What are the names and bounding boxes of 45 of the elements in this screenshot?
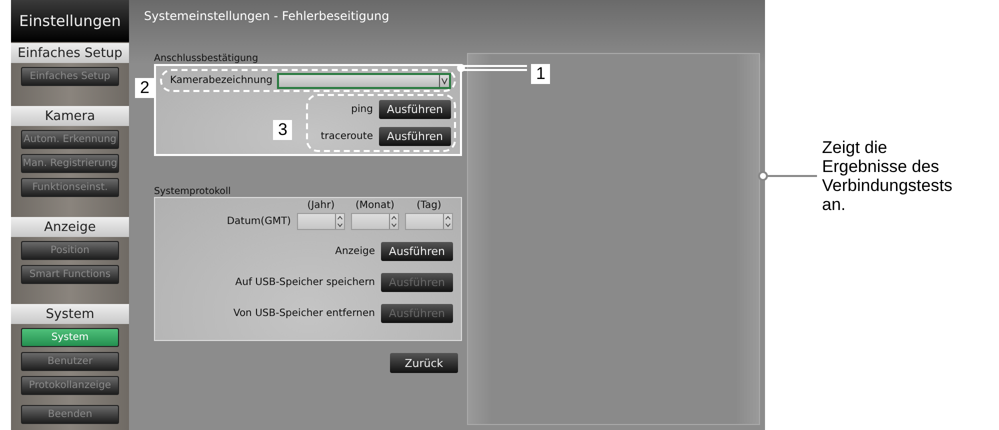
group-heading: Anzeige: [11, 217, 129, 237]
test-label: ping: [351, 104, 373, 116]
camera-name-dropdown[interactable]: [276, 72, 451, 89]
date-part-label: (Jahr): [306, 200, 336, 211]
sidebar-button[interactable]: Autom. Erkennung: [21, 130, 119, 149]
date-part-label: (Tag): [416, 200, 442, 211]
run-button[interactable]: Ausführen: [380, 242, 453, 260]
date-spinner[interactable]: [296, 212, 345, 230]
sidebar-button[interactable]: Einfaches Setup: [21, 67, 119, 86]
date-spinner[interactable]: [404, 212, 453, 230]
callout-text: Zeigt die Ergebnisse des Verbindungstests an.: [822, 138, 954, 216]
exit-button[interactable]: Beenden: [21, 405, 119, 424]
date-spinner[interactable]: [350, 212, 399, 230]
group-heading: System: [11, 304, 129, 324]
up-down-arrows-icon: [442, 214, 452, 228]
test-label: traceroute: [320, 131, 373, 142]
sidebar-button[interactable]: Protokollanzeige: [21, 376, 119, 395]
callout-number: 2: [135, 78, 154, 98]
field-label: Kamerabezeichnung: [170, 75, 273, 86]
run-button[interactable]: Ausführen: [378, 100, 451, 120]
action-label: Von USB-Speicher entfernen: [233, 308, 375, 318]
page-title: Systemeinstellungen - Fehlerbeseitigung: [144, 9, 390, 25]
sidebar-button[interactable]: Man. Registrierung: [21, 154, 119, 173]
sidebar-button[interactable]: Benutzer: [21, 352, 119, 371]
sidebar-button[interactable]: System: [21, 328, 119, 347]
action-label: Anzeige: [335, 246, 375, 256]
sidebar-button[interactable]: Funktionseinst.: [21, 178, 119, 197]
date-part-label: (Monat): [354, 200, 396, 211]
up-down-arrows-icon: [388, 214, 398, 228]
group-heading: Einfaches Setup: [11, 43, 129, 63]
section-heading: Systemprotokoll: [154, 186, 232, 197]
chevron-down-icon: [438, 74, 449, 87]
sidebar-button[interactable]: Smart Functions: [21, 265, 119, 284]
back-button[interactable]: Zurück: [390, 353, 458, 373]
callout-number: 3: [273, 120, 292, 140]
sidebar-button[interactable]: Position: [21, 241, 119, 260]
action-label: Auf USB-Speicher speichern: [235, 276, 375, 288]
run-button[interactable]: Ausführen: [378, 127, 451, 146]
field-label: Datum(GMT): [226, 216, 291, 226]
up-down-arrows-icon: [334, 214, 344, 228]
leader-line: [757, 170, 817, 182]
callout-number: 1: [531, 64, 550, 84]
group-heading: Kamera: [11, 106, 129, 126]
section-heading: Anschlussbestätigung: [154, 53, 260, 64]
sidebar-title: Einstellungen: [11, 0, 129, 42]
